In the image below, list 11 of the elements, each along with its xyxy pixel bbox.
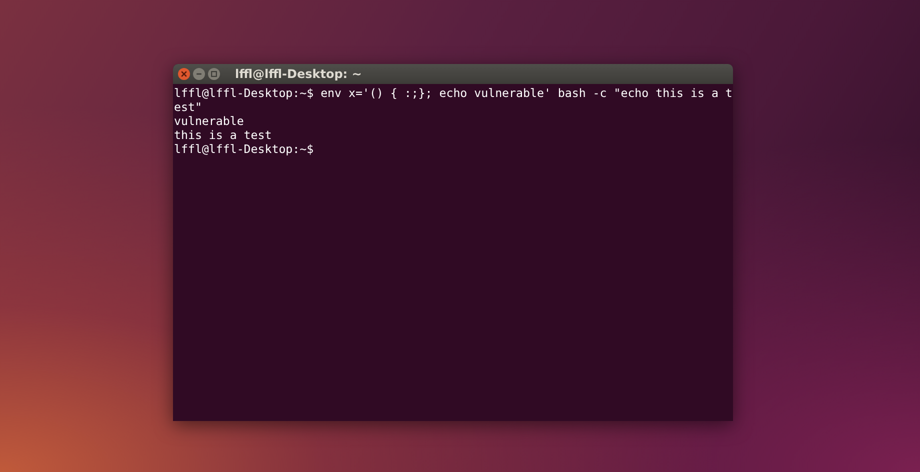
window-title: lffl@lffl-Desktop: ~ — [235, 67, 362, 81]
terminal-line: lffl@lffl-Desktop:~$ — [174, 142, 314, 156]
minimize-button[interactable] — [193, 68, 205, 80]
terminal-line: est" — [174, 100, 202, 114]
terminal-line: this is a test — [174, 128, 272, 142]
maximize-icon — [210, 70, 218, 78]
maximize-button[interactable] — [208, 68, 220, 80]
close-icon — [180, 70, 188, 78]
terminal-line: lffl@lffl-Desktop:~$ env x='() { :;}; echo vulnerable' bash -c "echo this is a t — [174, 86, 732, 100]
close-button[interactable] — [178, 68, 190, 80]
terminal-line: vulnerable — [174, 114, 244, 128]
